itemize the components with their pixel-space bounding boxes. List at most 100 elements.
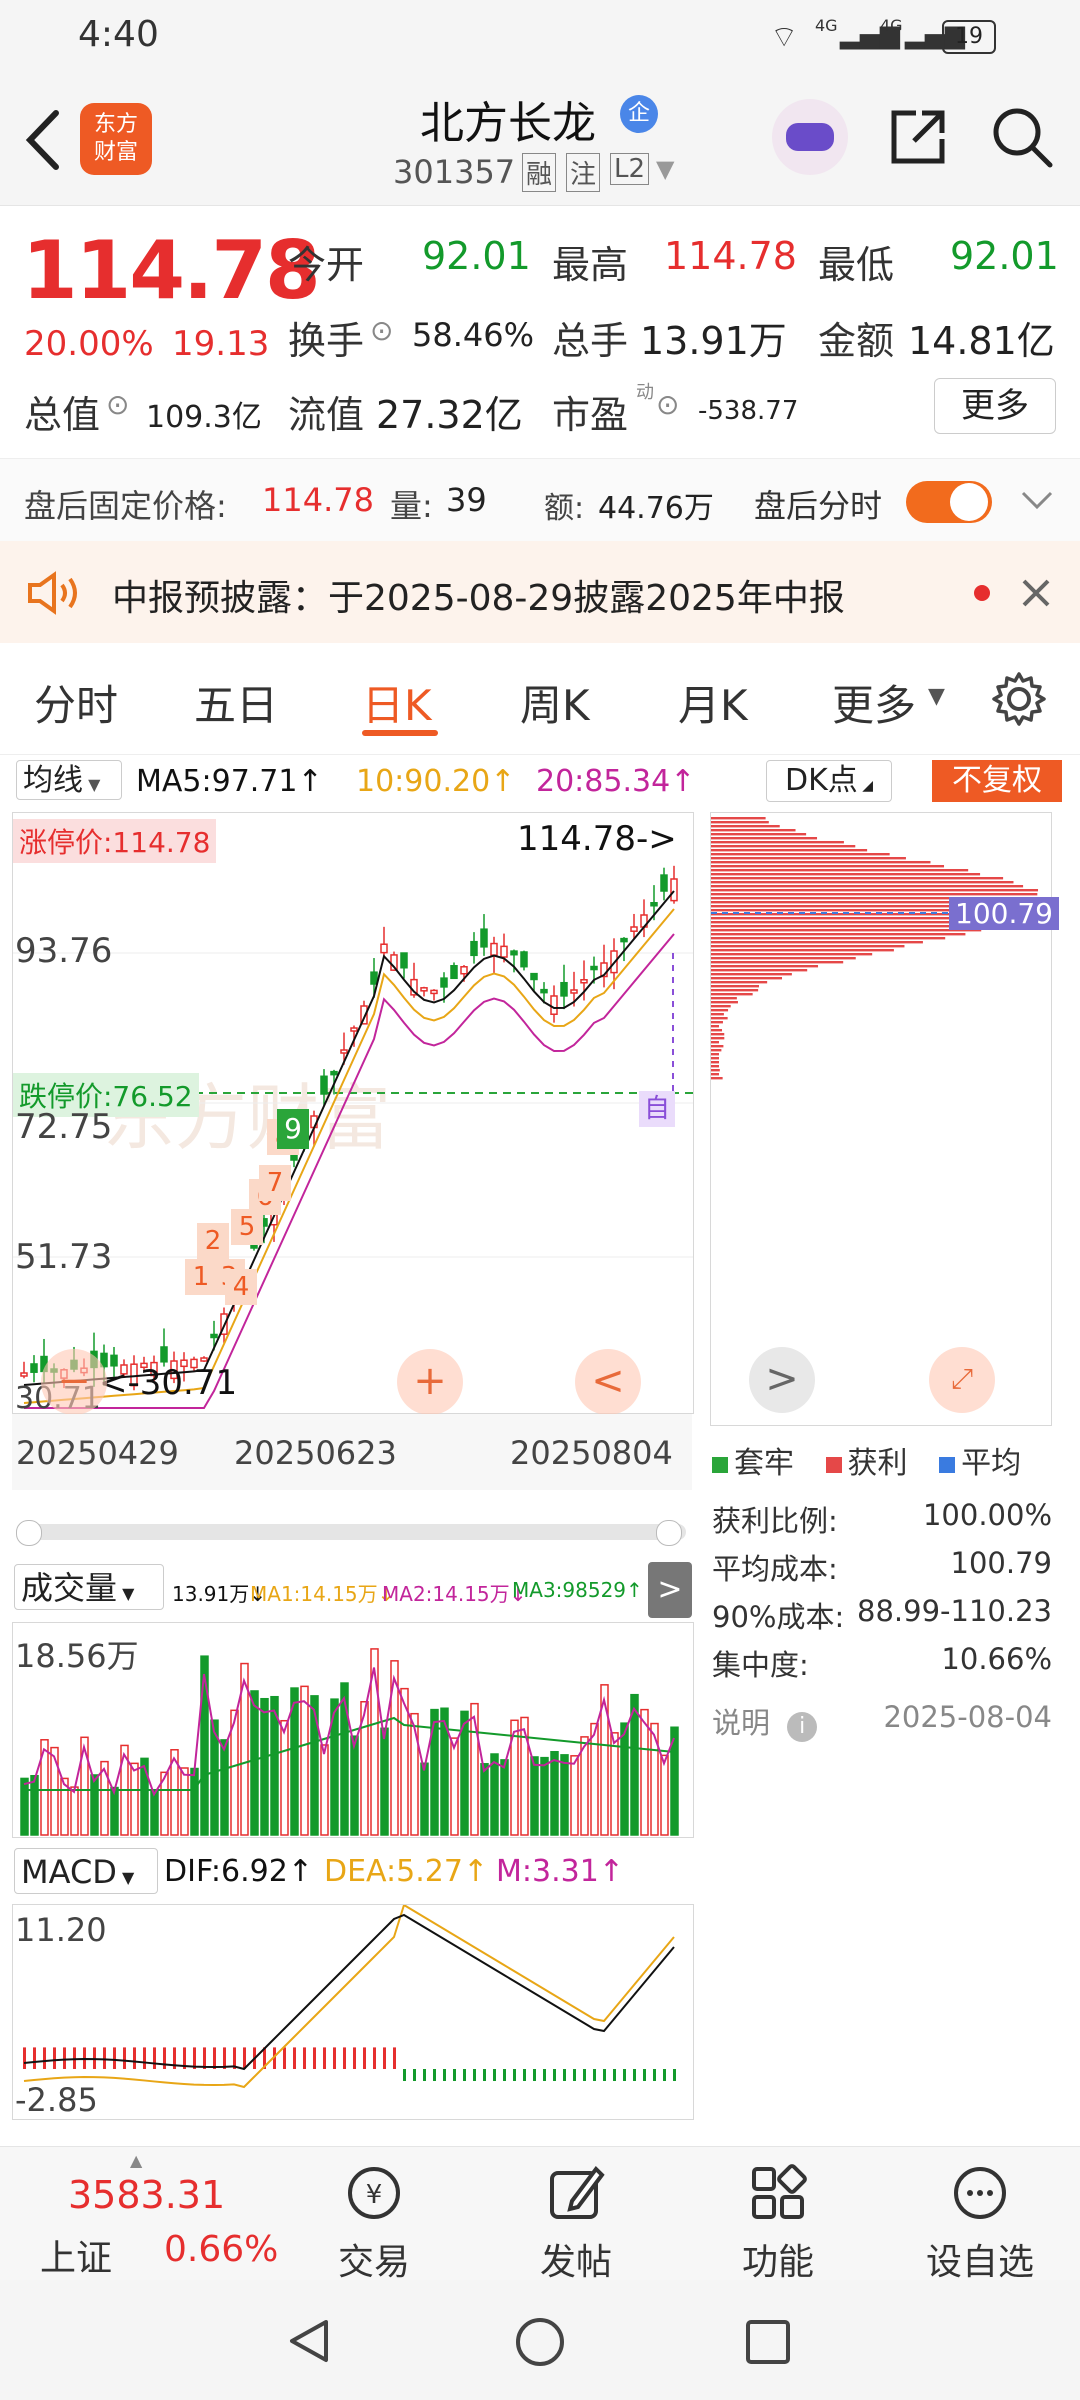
app-logo[interactable]: 东方 财富 [80, 103, 152, 175]
share-icon[interactable] [886, 105, 950, 169]
range-handle-right[interactable] [656, 1520, 682, 1546]
zoom-in-button[interactable]: + [397, 1349, 463, 1415]
info-icon[interactable]: i [787, 1712, 818, 1742]
notice-bar[interactable]: 中报预披露：于2025-08-29披露2025年中报 [0, 541, 1080, 643]
macd-histogram-bar [533, 2069, 536, 2081]
volume-chart[interactable]: 18.56万 [12, 1622, 694, 1838]
chip-bar [711, 865, 945, 868]
chip-bar [711, 961, 844, 964]
dropdown-icon[interactable]: ▼ [656, 155, 674, 183]
chip-bar [711, 849, 868, 852]
search-icon[interactable] [990, 105, 1054, 169]
volume-bar [530, 1756, 539, 1836]
more-dots-icon[interactable] [950, 2163, 1010, 2223]
stat-value: 100.79 [950, 1546, 1052, 1580]
macd-histogram-bar [663, 2069, 666, 2081]
chip-bar [711, 1073, 719, 1076]
nav-add-favorite[interactable]: 设自选 [910, 2233, 1050, 2285]
system-recents-icon[interactable] [744, 2318, 792, 2366]
chip-bar [711, 817, 766, 820]
amount-label: 金额 [818, 319, 895, 363]
tab-timeshare[interactable]: 分时 [34, 672, 118, 733]
macd-histogram-bar [563, 2069, 566, 2081]
volume-bar [130, 1762, 139, 1836]
settings-gear-icon[interactable] [990, 670, 1048, 728]
chip-bar [711, 885, 1024, 888]
open-label: 今开 [288, 243, 365, 287]
tab-daily-k[interactable]: 日K [362, 672, 432, 733]
system-back-icon[interactable] [284, 2316, 334, 2366]
post-icon[interactable] [546, 2163, 606, 2223]
macd-chart[interactable]: 11.20 -2.85 [12, 1904, 694, 2120]
more-button[interactable]: 更多 [934, 378, 1056, 434]
candle-body [200, 1357, 208, 1362]
scroll-left-button[interactable]: < [575, 1349, 641, 1415]
average-cost-label: 100.79 [949, 897, 1059, 930]
candle-body [350, 1027, 358, 1032]
macd-histogram-bar [213, 2047, 216, 2069]
macd-histogram-bar [413, 2069, 416, 2081]
tab-more[interactable]: 更多 [832, 672, 916, 733]
chip-bar [711, 857, 906, 860]
index-change[interactable]: 0.66% [164, 2229, 278, 2270]
stock-name: 北方长龙 [420, 98, 596, 149]
tab-monthly-k[interactable]: 月K [678, 672, 748, 733]
network-label-2: 4G [880, 16, 903, 35]
chip-bar [711, 977, 783, 980]
macd-m: M:3.31↑ [496, 1854, 624, 1889]
volume-bar [280, 1719, 289, 1836]
candle-body [540, 988, 548, 994]
dk-point-select[interactable]: DK点 ◢ [766, 760, 892, 802]
kline-chart[interactable]: 东方财富 涨停价:114.78 114.78-> 93.76 跌停价:76.52… [12, 812, 694, 1416]
candle-body [30, 1363, 38, 1373]
chip-bar [711, 869, 969, 872]
chip-distribution[interactable]: 100.79 > ⤢ [710, 812, 1059, 1426]
index-name[interactable]: 上证 [40, 2229, 112, 2281]
stat-label: 90%成本: [712, 1600, 845, 1634]
candle-body [500, 945, 508, 958]
nav-post[interactable]: 发帖 [506, 2233, 646, 2285]
zoom-out-button[interactable]: − [41, 1349, 107, 1415]
info-dots-icon[interactable]: ⊙ [106, 388, 129, 421]
macd-indicator-select[interactable]: MACD ▼ [14, 1848, 158, 1894]
nav-trade[interactable]: 交易 [304, 2233, 444, 2285]
tab-weekly-k[interactable]: 周K [520, 672, 590, 733]
chip-bar [711, 1057, 719, 1060]
chip-bar [711, 997, 737, 1000]
range-scrollbar[interactable] [16, 1520, 686, 1546]
legend-trapped: 套牢 [734, 1446, 794, 1481]
pe-dynamic-mark: 动 [636, 382, 654, 403]
functions-grid-icon[interactable] [748, 2163, 808, 2223]
last-price-pointer: 114.78-> [517, 819, 677, 859]
volume-expand-button[interactable]: > [648, 1562, 692, 1618]
volume-indicator-select[interactable]: 成交量 ▼ [14, 1564, 164, 1610]
next-button[interactable]: > [749, 1347, 815, 1413]
close-icon[interactable] [1020, 577, 1052, 609]
back-icon[interactable] [22, 107, 62, 173]
index-value[interactable]: 3583.31 [68, 2173, 225, 2217]
indicator-select[interactable]: 均线 ▼ [16, 760, 122, 800]
note-label[interactable]: 说明 [712, 1706, 770, 1740]
tab-five-day[interactable]: 五日 [194, 672, 278, 733]
chevron-down-icon[interactable] [1020, 489, 1054, 513]
robot-avatar-icon[interactable] [772, 99, 848, 175]
nav-functions[interactable]: 功能 [708, 2233, 848, 2285]
expand-icon[interactable]: ⤢ [929, 1347, 995, 1413]
info-dots-icon[interactable]: ⊙ [370, 314, 393, 347]
trade-icon[interactable]: ¥ [344, 2163, 404, 2223]
system-home-icon[interactable] [514, 2316, 566, 2368]
no-adjust-button[interactable]: 不复权 [932, 760, 1062, 802]
macd-histogram-bar [623, 2069, 626, 2081]
chip-note-row: 说明 i 2025-08-04 [712, 1700, 1052, 1742]
after-hours-toggle[interactable] [906, 481, 992, 523]
info-dots-icon[interactable]: ⊙ [656, 388, 679, 421]
candle-body [650, 902, 658, 907]
chip-bar [711, 881, 1014, 884]
macd-histogram-bar [223, 2047, 226, 2069]
caret-up-icon[interactable]: ▲ [130, 2151, 142, 2170]
candle-body [460, 966, 468, 975]
low-value: 92.01 [950, 234, 1059, 278]
register-tag: 注 [566, 153, 601, 192]
volume-bar [620, 1722, 629, 1836]
range-handle-left[interactable] [16, 1520, 42, 1546]
